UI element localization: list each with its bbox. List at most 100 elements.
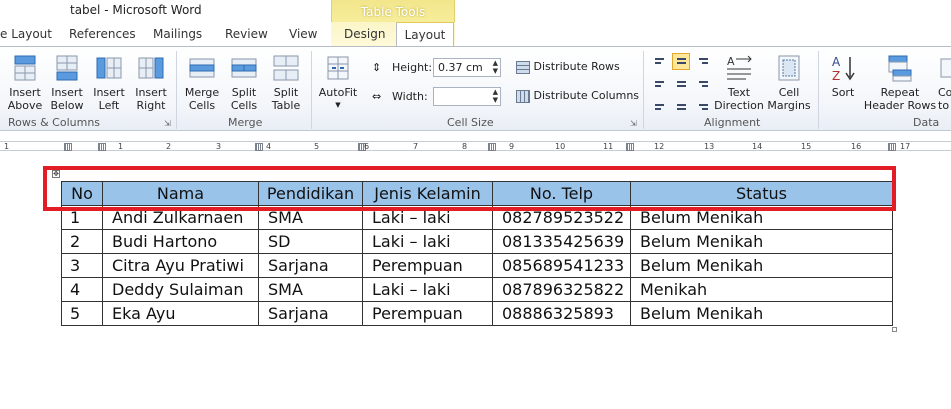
convert-to-text-button[interactable]: Co to: [938, 53, 951, 112]
group-separator: [311, 51, 312, 129]
split-cells-button[interactable]: Split Cells: [225, 53, 263, 112]
table-resize-handle[interactable]: [892, 327, 897, 332]
insert-left-button[interactable]: Insert Left: [90, 53, 128, 112]
autofit-button[interactable]: AutoFit ▼: [317, 53, 359, 112]
insert-above-label-1: Insert: [9, 86, 41, 99]
tab-review[interactable]: Review: [225, 22, 268, 46]
table-cell[interactable]: 3: [61, 253, 103, 278]
split-cells-label-2: Cells: [230, 99, 258, 112]
table-cell[interactable]: Perempuan: [362, 301, 493, 326]
table-cell[interactable]: Sarjana: [258, 253, 363, 278]
ruler-track: 1 1 2 3 4 5 6 7 8 9 10 11 12 13 14 15 16…: [0, 141, 951, 151]
convert-to-text-label-2: to: [938, 99, 950, 112]
height-value: 0.37 cm: [438, 61, 483, 74]
align-bottom-right-button[interactable]: [694, 95, 712, 112]
ruler-number: 17: [900, 142, 911, 151]
table-column-marker[interactable]: [64, 143, 72, 151]
table-cell[interactable]: Deddy Sulaiman: [102, 277, 259, 302]
text-direction-icon: A: [727, 55, 752, 80]
cell-margins-button[interactable]: Cell Margins: [765, 53, 813, 112]
document-area[interactable]: ✥ No Nama Pendidikan Jenis Kelamin No. T…: [0, 153, 951, 409]
height-spinner[interactable]: 0.37 cm ▲ ▼: [433, 58, 501, 77]
cell-margins-label-2: Margins: [767, 99, 811, 112]
align-center-left-button[interactable]: [650, 74, 668, 91]
text-direction-label-2: Direction: [714, 99, 764, 112]
sort-az-icon: A Z: [832, 55, 855, 83]
cell-size-launcher-icon[interactable]: ⇲: [630, 119, 637, 128]
alignment-group-label: Alignment: [704, 116, 761, 129]
table-cell[interactable]: Perempuan: [362, 253, 493, 278]
align-bottom-center-button[interactable]: [672, 95, 690, 112]
insert-above-icon: [14, 55, 36, 81]
table-cell[interactable]: 2: [61, 229, 103, 254]
table-cell[interactable]: 5: [61, 301, 103, 326]
align-bottom-left-button[interactable]: [650, 95, 668, 112]
table-cell[interactable]: Laki – laki: [362, 229, 493, 254]
window-title: tabel - Microsoft Word: [70, 3, 202, 17]
distribute-rows-icon: [516, 60, 530, 74]
insert-left-label-2: Left: [98, 99, 120, 112]
row-height-icon: ⇕: [372, 61, 382, 74]
table-column-marker[interactable]: [488, 143, 496, 151]
distribute-rows-button[interactable]: Distribute Rows: [516, 60, 620, 74]
distribute-columns-button[interactable]: Distribute Columns: [516, 89, 639, 103]
table-cell[interactable]: Citra Ayu Pratiwi: [102, 253, 259, 278]
tab-mailings[interactable]: Mailings: [153, 22, 202, 46]
align-center-right-button[interactable]: [694, 74, 712, 91]
table-tools-context-label: Table Tools: [331, 0, 455, 24]
tab-design[interactable]: Design: [344, 22, 385, 46]
tab-page-layout[interactable]: e Layout: [0, 22, 52, 46]
table-cell[interactable]: Budi Hartono: [102, 229, 259, 254]
table-cell[interactable]: Belum Menikah: [630, 229, 893, 254]
insert-above-button[interactable]: Insert Above: [6, 53, 44, 112]
insert-below-button[interactable]: Insert Below: [48, 53, 86, 112]
table-cell[interactable]: Belum Menikah: [630, 253, 893, 278]
sort-button[interactable]: A Z Sort: [824, 53, 862, 99]
ruler-number: 4: [266, 142, 272, 151]
svg-text:A: A: [727, 55, 735, 68]
merge-cells-button[interactable]: Merge Cells: [183, 53, 221, 112]
ruler-number: 2: [166, 142, 172, 151]
table-column-marker[interactable]: [98, 143, 106, 151]
align-top-left-button[interactable]: [650, 53, 668, 70]
split-cells-icon: [231, 58, 257, 78]
width-spinner[interactable]: ▲ ▼: [433, 87, 501, 106]
rows-columns-launcher-icon[interactable]: ⇲: [164, 119, 171, 128]
distribute-columns-icon: [516, 89, 530, 103]
align-top-center-button[interactable]: [672, 53, 690, 70]
table-cell[interactable]: Sarjana: [258, 301, 363, 326]
table-column-marker[interactable]: [626, 143, 634, 151]
align-center-button[interactable]: [672, 74, 690, 91]
svg-text:Z: Z: [832, 69, 840, 83]
split-cells-label-1: Split: [231, 86, 257, 99]
split-table-button[interactable]: Split Table: [267, 53, 305, 112]
title-bar: tabel - Microsoft Word Table Tools: [0, 0, 951, 24]
table-cell[interactable]: 085689541233: [492, 253, 631, 278]
tab-references[interactable]: References: [69, 22, 136, 46]
data-group-label: Data: [913, 116, 940, 129]
tab-layout[interactable]: Layout: [396, 22, 454, 47]
ruler-number: 1: [4, 142, 10, 151]
table-column-marker[interactable]: [255, 143, 263, 151]
table-cell[interactable]: 081335425639: [492, 229, 631, 254]
text-direction-button[interactable]: A Text Direction: [714, 53, 764, 112]
align-top-right-button[interactable]: [694, 53, 712, 70]
table-column-marker[interactable]: [888, 143, 896, 151]
table-cell[interactable]: Eka Ayu: [102, 301, 259, 326]
table-cell[interactable]: 4: [61, 277, 103, 302]
table-row: 2 Budi Hartono SD Laki – laki 0813354256…: [61, 229, 893, 254]
insert-right-button[interactable]: Insert Right: [132, 53, 170, 112]
ruler-number: 14: [752, 142, 763, 151]
group-separator: [643, 51, 644, 129]
table-cell[interactable]: Menikah: [630, 277, 893, 302]
table-cell[interactable]: 087896325822: [492, 277, 631, 302]
repeat-header-rows-button[interactable]: Repeat Header Rows: [862, 53, 938, 112]
horizontal-ruler[interactable]: 1 1 2 3 4 5 6 7 8 9 10 11 12 13 14 15 16…: [0, 139, 951, 153]
table-cell[interactable]: Laki – laki: [362, 277, 493, 302]
table-cell[interactable]: SD: [258, 229, 363, 254]
text-direction-label-1: Text: [727, 86, 751, 99]
table-cell[interactable]: SMA: [258, 277, 363, 302]
tab-view[interactable]: View: [289, 22, 317, 46]
table-cell[interactable]: Belum Menikah: [630, 301, 893, 326]
table-cell[interactable]: 08886325893: [492, 301, 631, 326]
